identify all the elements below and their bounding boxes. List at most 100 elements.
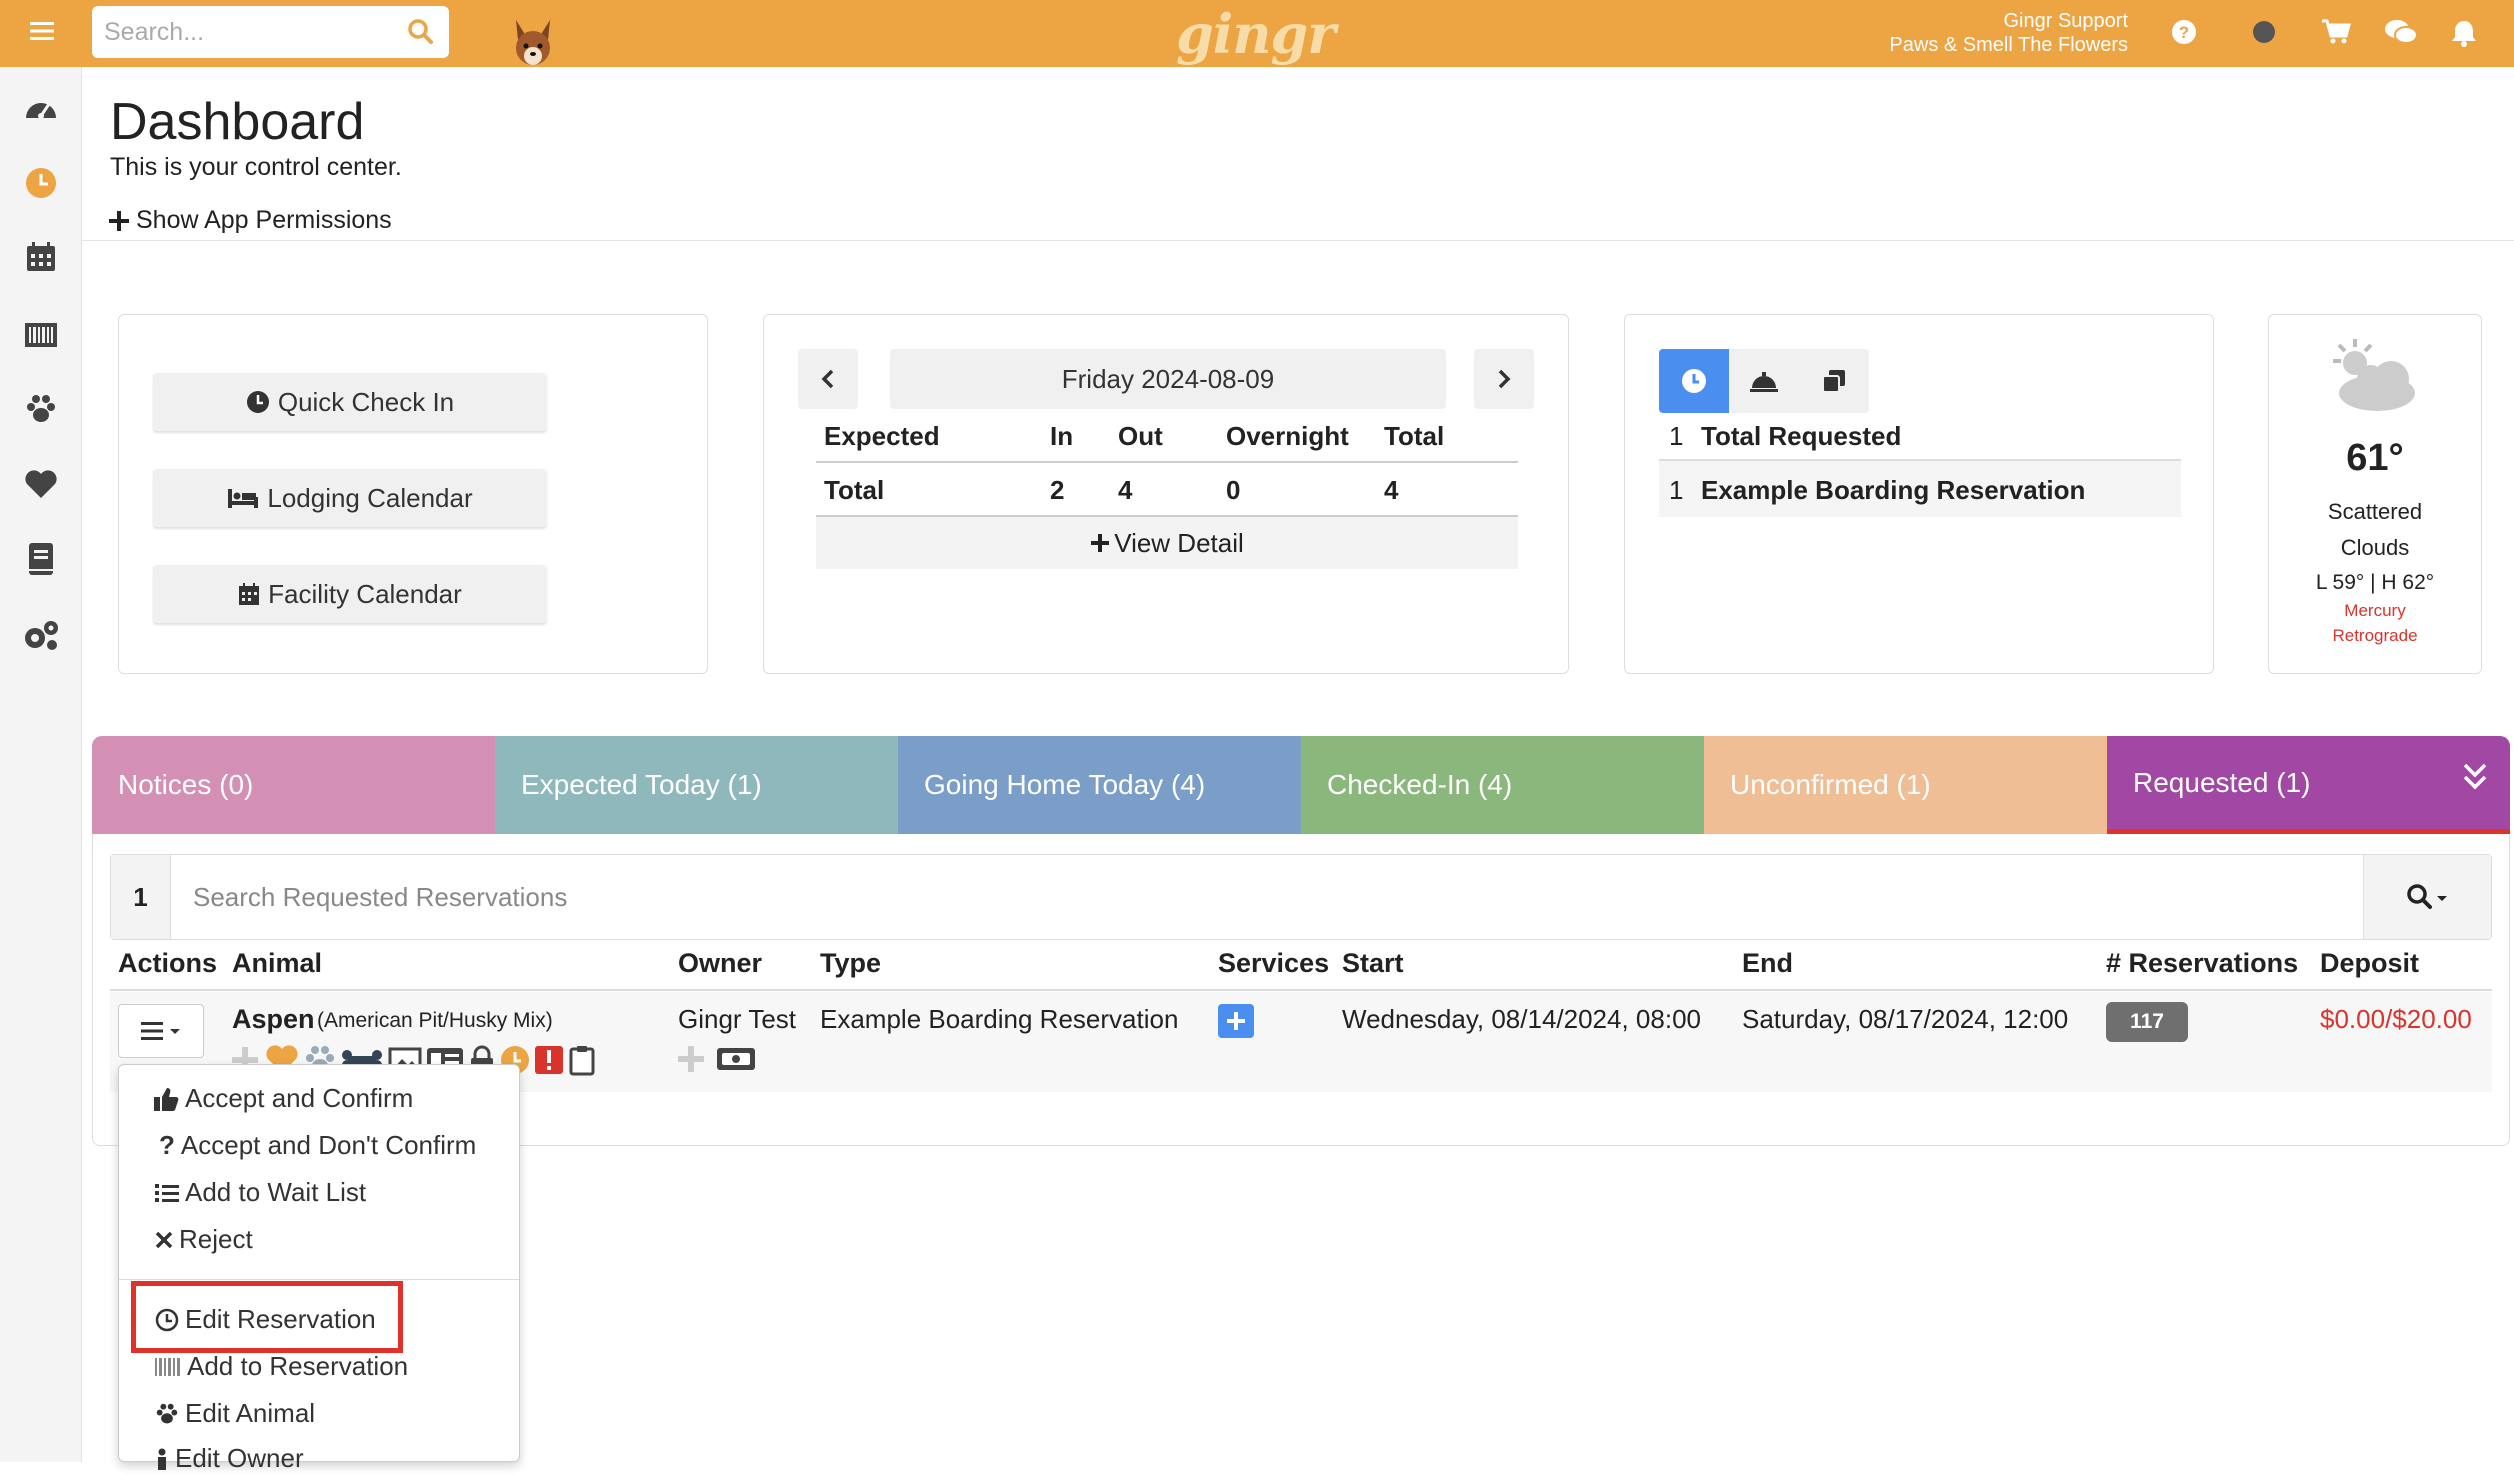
plus-icon <box>1091 534 1110 552</box>
quick-check-in-button[interactable]: Quick Check In <box>153 373 547 431</box>
barcode-icon <box>155 1357 180 1376</box>
requests-total-count: 1 <box>1669 421 1684 451</box>
status-dot-icon[interactable] <box>2250 18 2278 46</box>
requested-search-button[interactable] <box>2363 855 2491 939</box>
grid-overnight-value[interactable]: 0 <box>1226 475 1240 506</box>
menu-item-label: Edit Reservation <box>185 1304 376 1334</box>
permissions-label: Show App Permissions <box>136 206 392 234</box>
grid-out-value[interactable]: 4 <box>1118 475 1132 506</box>
bell-icon[interactable] <box>2450 18 2478 48</box>
facility-calendar-label: Facility Calendar <box>268 578 462 609</box>
menu-item-edit-animal[interactable]: Edit Animal <box>155 1398 315 1429</box>
gingr-logo[interactable]: gingr <box>1176 2 1336 66</box>
col-reservations: # Reservations <box>2106 948 2299 978</box>
clock-icon <box>155 1308 179 1331</box>
sidebar-item-dashboard[interactable] <box>21 87 61 127</box>
heart-icon <box>25 470 57 498</box>
row-start: Wednesday, 08/14/2024, 08:00 <box>1342 1004 1701 1034</box>
sidebar-item-reports[interactable] <box>21 539 61 579</box>
search-placeholder: Search... <box>104 17 205 46</box>
menu-item-label: Add to Reservation <box>187 1351 409 1381</box>
previous-day-button[interactable] <box>798 349 858 409</box>
menu-item-edit-owner[interactable]: Edit Owner <box>155 1443 304 1474</box>
col-start: Start <box>1342 948 1404 978</box>
tab-notices[interactable]: Notices (0) <box>92 736 495 834</box>
requests-copy-tab[interactable] <box>1799 349 1869 413</box>
grid-total-value[interactable]: 4 <box>1384 475 1398 506</box>
gauge-icon <box>26 103 56 119</box>
tab-going-home-today[interactable]: Going Home Today (4) <box>898 736 1301 834</box>
barcode-icon <box>25 323 57 347</box>
sidebar-item-animals[interactable] <box>21 389 61 429</box>
tab-expected-today[interactable]: Expected Today (1) <box>495 736 898 834</box>
requests-total-label: Total Requested <box>1701 421 1902 451</box>
menu-item-wait-list[interactable]: Add to Wait List <box>155 1177 366 1208</box>
plus-icon[interactable] <box>676 1044 706 1074</box>
paw-icon <box>156 1403 178 1424</box>
requests-row-count: 1 <box>1669 475 1684 505</box>
tab-requested-label: Requested (1) <box>2133 766 2311 798</box>
menu-item-edit-reservation[interactable]: Edit Reservation <box>155 1304 376 1335</box>
menu-item-label: Accept and Confirm <box>185 1083 414 1113</box>
sidebar <box>0 67 82 1462</box>
tab-unconfirmed-label: Unconfirmed (1) <box>1730 769 1931 800</box>
col-deposit: Deposit <box>2320 948 2420 978</box>
requests-service-tab[interactable] <box>1729 349 1799 413</box>
global-search-input[interactable]: Search... <box>92 6 449 58</box>
menu-toggle-button[interactable] <box>18 10 66 52</box>
user-info[interactable]: Gingr Support Paws & Smell The Flowers <box>1889 9 2128 57</box>
facility-calendar-button[interactable]: Facility Calendar <box>153 565 547 623</box>
reservation-tabs: Notices (0) Expected Today (1) Going Hom… <box>92 736 2510 834</box>
menu-item-reject[interactable]: Reject <box>155 1224 253 1255</box>
tab-requested[interactable]: Requested (1) <box>2107 736 2510 834</box>
lodging-calendar-label: Lodging Calendar <box>267 482 473 513</box>
next-day-button[interactable] <box>1474 349 1534 409</box>
weather-note-line1: Mercury <box>2344 601 2406 620</box>
gears-icon <box>25 621 58 650</box>
money-icon[interactable] <box>716 1045 756 1073</box>
requested-search-input[interactable]: Search Requested Reservations <box>171 855 2363 939</box>
menu-item-accept-confirm[interactable]: Accept and Confirm <box>153 1083 413 1114</box>
menu-item-add-to-reservation[interactable]: Add to Reservation <box>155 1351 408 1382</box>
help-icon[interactable]: ? <box>2170 18 2198 46</box>
menu-item-label: Edit Owner <box>175 1443 304 1473</box>
actions-dropdown-menu: Accept and Confirm ? Accept and Don't Co… <box>118 1064 520 1473</box>
paw-icon <box>27 395 55 422</box>
requests-row[interactable]: 1 Example Boarding Reservation <box>1659 459 2181 517</box>
calendar-icon <box>27 242 55 271</box>
row-animal-name[interactable]: Aspen <box>232 1004 315 1035</box>
row-actions-button[interactable] <box>118 1004 204 1058</box>
col-owner: Owner <box>678 948 763 978</box>
owner-icon-row <box>676 1044 756 1074</box>
question-icon: ? <box>159 1130 175 1160</box>
grid-in-value[interactable]: 2 <box>1050 475 1064 506</box>
chat-icon[interactable] <box>2384 18 2418 46</box>
clock-icon <box>26 168 56 198</box>
tab-unconfirmed[interactable]: Unconfirmed (1) <box>1704 736 2107 834</box>
add-service-button[interactable] <box>1218 1004 1254 1038</box>
sidebar-item-reservations[interactable] <box>21 163 61 203</box>
copy-icon <box>1822 370 1845 393</box>
page-subtitle: This is your control center. <box>110 153 402 181</box>
clipboard-icon[interactable] <box>568 1044 596 1076</box>
alert-icon[interactable] <box>534 1045 564 1075</box>
reservations-count-badge[interactable]: 117 <box>2106 1002 2188 1042</box>
lodging-calendar-button[interactable]: Lodging Calendar <box>153 469 547 527</box>
tab-checked-in[interactable]: Checked-In (4) <box>1301 736 1704 834</box>
sidebar-item-calendar[interactable] <box>21 237 61 277</box>
show-permissions-link[interactable]: Show App Permissions <box>108 206 392 235</box>
view-detail-link[interactable]: View Detail <box>816 517 1518 569</box>
menu-item-accept-no-confirm[interactable]: ? Accept and Don't Confirm <box>159 1130 476 1161</box>
weather-temp: 61° <box>2346 437 2404 479</box>
sidebar-item-favorites[interactable] <box>21 465 61 505</box>
requests-clock-tab[interactable] <box>1659 349 1729 413</box>
current-date-display[interactable]: Friday 2024-08-09 <box>890 349 1446 409</box>
weather-desc-line1: Scattered <box>2327 499 2423 524</box>
double-chevron-down-icon[interactable] <box>2462 762 2488 792</box>
header-divider <box>82 240 2514 241</box>
sidebar-item-pos[interactable] <box>21 315 61 355</box>
row-owner[interactable]: Gingr Test <box>678 1004 796 1035</box>
sidebar-item-settings[interactable] <box>21 615 61 655</box>
menu-item-label: Reject <box>179 1224 253 1254</box>
cart-icon[interactable] <box>2320 18 2352 46</box>
